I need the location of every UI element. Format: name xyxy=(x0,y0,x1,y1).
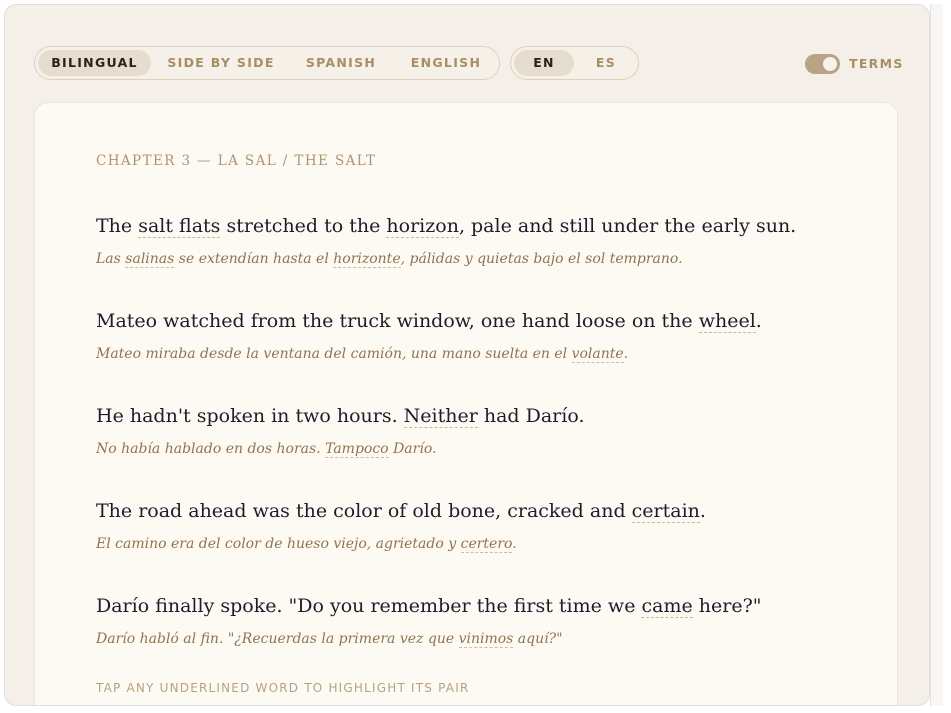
chapter-heading: CHAPTER 3 — LA SAL / THE SALT xyxy=(96,153,377,169)
text-segment: had Darío. xyxy=(477,405,585,427)
text-segment: Mateo watched from the truck window, one… xyxy=(96,310,699,332)
text-segment: Las xyxy=(96,251,126,267)
text-segment: . xyxy=(623,346,629,362)
sentence-pair: Darío finally spoke. "Do you remember th… xyxy=(96,593,876,649)
sentence-pair: The salt flats stretched to the horizon,… xyxy=(96,213,876,269)
reader-window: BILINGUAL SIDE BY SIDE SPANISH ENGLISH E… xyxy=(4,4,930,706)
text-segment: No había hablado en dos horas. xyxy=(96,441,326,457)
page-scrollbar[interactable] xyxy=(930,4,943,706)
mode-bilingual-button[interactable]: BILINGUAL xyxy=(38,50,151,76)
text-segment: . xyxy=(512,536,517,552)
text-segment: . xyxy=(755,310,762,332)
text-segment: He hadn't spoken in two hours. xyxy=(96,405,404,427)
text-segment: Darío. xyxy=(388,441,437,457)
term-word[interactable]: certero xyxy=(460,536,513,553)
term-word[interactable]: certain xyxy=(631,500,700,523)
text-segment: . xyxy=(699,500,706,522)
toggle-knob-icon xyxy=(823,57,837,71)
term-word[interactable]: horizonte xyxy=(333,251,401,268)
sentence-pair: He hadn't spoken in two hours. Neither h… xyxy=(96,403,876,459)
terms-toggle-label: TERMS xyxy=(849,56,904,71)
text-segment: Darío habló al fin. "¿Recuerdas la prime… xyxy=(96,631,459,647)
text-segment: , pálidas y quietas bajo el sol temprano… xyxy=(400,251,683,267)
view-mode-selector: BILINGUAL SIDE BY SIDE SPANISH ENGLISH xyxy=(34,46,500,80)
text-segment: stretched to the xyxy=(220,215,387,237)
english-sentence: Darío finally spoke. "Do you remember th… xyxy=(96,593,876,619)
spanish-translation: No había hablado en dos horas. Tampoco D… xyxy=(96,439,876,459)
hint-text: TAP ANY UNDERLINED WORD TO HIGHLIGHT ITS… xyxy=(96,681,470,695)
text-segment: , pale and still under the early sun. xyxy=(458,215,797,237)
text-segment: Darío finally spoke. "Do you remember th… xyxy=(96,595,642,617)
text-segment: The xyxy=(96,215,139,237)
spanish-translation: Mateo miraba desde la ventana del camión… xyxy=(96,344,876,364)
spanish-translation: Las salinas se extendían hasta el horizo… xyxy=(96,249,876,269)
text-segment: se extendían hasta el xyxy=(174,251,334,267)
english-sentence: He hadn't spoken in two hours. Neither h… xyxy=(96,403,876,429)
text-segment: The road ahead was the color of old bone… xyxy=(96,500,632,522)
terms-toggle-switch[interactable] xyxy=(805,54,840,74)
term-word[interactable]: horizon xyxy=(386,215,459,238)
spanish-translation: El camino era del color de hueso viejo, … xyxy=(96,534,876,554)
mode-side-by-side-button[interactable]: SIDE BY SIDE xyxy=(155,50,287,76)
term-word[interactable]: salt flats xyxy=(138,215,221,238)
term-word[interactable]: vinimos xyxy=(458,631,514,648)
reading-card: CHAPTER 3 — LA SAL / THE SALT The salt f… xyxy=(34,102,898,705)
english-sentence: The salt flats stretched to the horizon,… xyxy=(96,213,876,239)
toolbar: BILINGUAL SIDE BY SIDE SPANISH ENGLISH E… xyxy=(5,5,929,103)
language-en-button[interactable]: EN xyxy=(514,50,574,76)
english-sentence: The road ahead was the color of old bone… xyxy=(96,498,876,524)
mode-spanish-button[interactable]: SPANISH xyxy=(291,50,391,76)
sentence-pair: Mateo watched from the truck window, one… xyxy=(96,308,876,364)
term-word[interactable]: Neither xyxy=(403,405,478,428)
mode-english-button[interactable]: ENGLISH xyxy=(395,50,497,76)
spanish-translation: Darío habló al fin. "¿Recuerdas la prime… xyxy=(96,629,876,649)
term-word[interactable]: salinas xyxy=(125,251,175,268)
text-segment: Mateo miraba desde la ventana del camión… xyxy=(96,346,572,362)
text-segment: aquí?" xyxy=(513,631,563,647)
language-selector: EN ES xyxy=(510,46,639,80)
text-segment: here?" xyxy=(692,595,762,617)
term-word[interactable]: volante xyxy=(571,346,624,363)
term-word[interactable]: wheel xyxy=(698,310,756,333)
term-word[interactable]: came xyxy=(641,595,693,618)
english-sentence: Mateo watched from the truck window, one… xyxy=(96,308,876,334)
language-es-button[interactable]: ES xyxy=(577,50,635,76)
sentence-pair: The road ahead was the color of old bone… xyxy=(96,498,876,554)
term-word[interactable]: Tampoco xyxy=(325,441,389,458)
text-segment: El camino era del color de hueso viejo, … xyxy=(96,536,461,552)
